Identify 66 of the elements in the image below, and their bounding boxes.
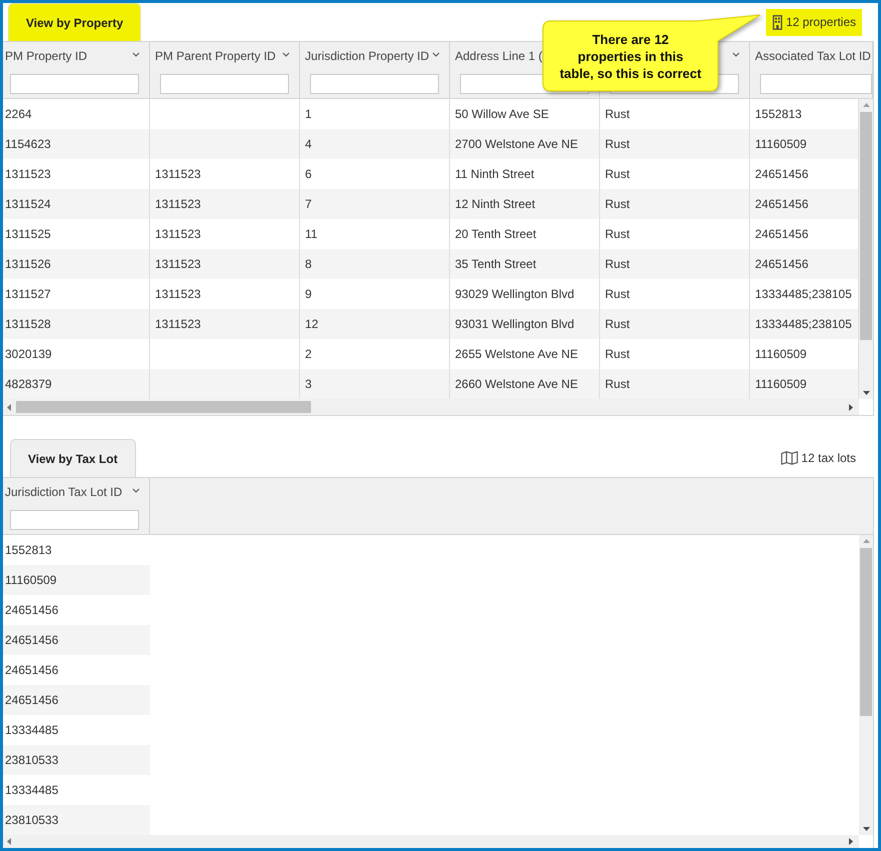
table-cell: 12: [300, 309, 450, 339]
table-cell-text: 23810533: [4, 752, 60, 769]
scrollbar-thumb[interactable]: [860, 112, 872, 340]
vertical-scrollbar[interactable]: [859, 99, 873, 399]
table-cell: 35 Tenth Street: [450, 249, 600, 279]
filter-field[interactable]: [10, 74, 139, 94]
table-cell-text: 13334485: [4, 782, 60, 799]
column-header[interactable]: Associated Tax Lot ID: [755, 49, 871, 63]
column-header[interactable]: PM Parent Property ID: [155, 49, 276, 63]
table-cell-text: 1552813: [4, 542, 53, 559]
table-cell: 1311523: [150, 249, 300, 279]
table-cell: 1311524: [3, 189, 150, 219]
view-tab[interactable]: View by Property: [8, 3, 142, 41]
chevron-down-icon[interactable]: [432, 52, 440, 56]
scrollbar-thumb[interactable]: [860, 548, 872, 716]
table-cell: 1311523: [150, 189, 300, 219]
vertical-scrollbar[interactable]: [859, 535, 873, 835]
filter-field[interactable]: [310, 74, 439, 94]
building-icon: [772, 14, 783, 30]
table-cell: 1311526: [3, 249, 150, 279]
scroll-left-icon[interactable]: [7, 404, 11, 410]
table-cell-text: 24651456: [4, 632, 60, 649]
table-cell: 7: [300, 189, 450, 219]
table-cell: Rust: [600, 249, 750, 279]
table-cell: 8: [300, 249, 450, 279]
horizontal-scrollbar[interactable]: [3, 835, 859, 848]
chevron-down-icon[interactable]: [132, 488, 140, 492]
table-cell-text: 24651456: [4, 692, 60, 709]
table-cell-text: 11160509: [4, 572, 58, 589]
count-label: 12 properties: [786, 15, 856, 29]
table-cell: 1154623: [3, 129, 150, 159]
column-header[interactable]: Jurisdiction Tax Lot ID: [5, 485, 122, 499]
table-cell: Rust: [600, 189, 750, 219]
scroll-up-icon[interactable]: [862, 539, 870, 543]
scroll-up-icon[interactable]: [862, 103, 870, 107]
table-cell: 12 Ninth Street: [450, 189, 600, 219]
scroll-right-icon[interactable]: [849, 838, 853, 845]
horizontal-scrollbar[interactable]: [3, 399, 859, 415]
view-tab[interactable]: View by Tax Lot: [10, 439, 136, 477]
map-icon: [781, 451, 798, 465]
table-cell: 93031 Wellington Blvd: [450, 309, 600, 339]
filter-field[interactable]: [160, 74, 289, 94]
column-header[interactable]: Jurisdiction Property ID: [305, 49, 430, 63]
table-cell: Rust: [600, 309, 750, 339]
table-cell: 1311523: [150, 309, 300, 339]
scroll-down-icon[interactable]: [862, 391, 870, 395]
filter-field[interactable]: [10, 510, 139, 530]
table-cell: 1311528: [3, 309, 150, 339]
table-cell-text: 24651456: [4, 662, 60, 679]
scroll-down-icon[interactable]: [862, 827, 870, 831]
table-cell-text: 23810533: [4, 812, 60, 829]
column-header[interactable]: PM Property ID: [5, 49, 88, 63]
chevron-down-icon[interactable]: [282, 52, 290, 56]
chevron-down-icon[interactable]: [732, 52, 740, 56]
table-cell: Rust: [600, 129, 750, 159]
scroll-right-icon[interactable]: [849, 404, 853, 410]
table-cell-text: 24651456: [4, 602, 60, 619]
chevron-down-icon[interactable]: [132, 52, 140, 56]
scrollbar-thumb[interactable]: [16, 401, 311, 413]
table-cell: 2700 Welstone Ave NE: [450, 129, 600, 159]
table-cell-text: 13334485: [4, 722, 60, 739]
table-cell: 4: [300, 129, 450, 159]
count-label: 12 tax lots: [801, 451, 856, 465]
filter-field[interactable]: [760, 74, 872, 94]
scroll-left-icon[interactable]: [7, 838, 11, 845]
column-header[interactable]: Address Line 1 (: [455, 49, 542, 63]
